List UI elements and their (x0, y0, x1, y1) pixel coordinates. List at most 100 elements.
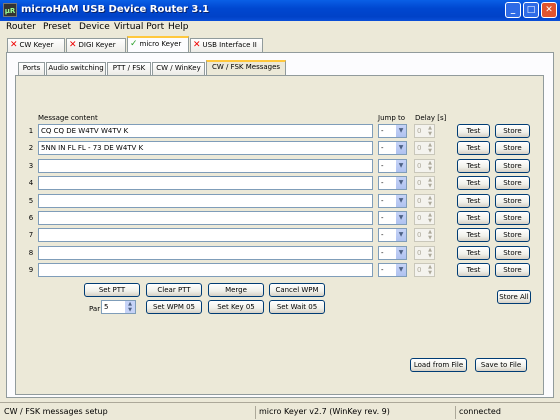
test-button[interactable]: Test (457, 246, 490, 260)
menu-preset[interactable]: Preset (43, 22, 71, 32)
minimize-button[interactable]: _ (505, 2, 521, 18)
row-number: 3 (28, 162, 34, 170)
message-content-input[interactable] (38, 228, 373, 242)
message-content-input[interactable] (38, 246, 373, 260)
set-wpm-button[interactable]: Set WPM 05 (146, 300, 202, 314)
chevron-down-icon[interactable]: ▼ (395, 212, 406, 224)
jump-to-value: - (381, 127, 384, 135)
chevron-down-icon[interactable]: ▼ (395, 229, 406, 241)
chevron-down-icon[interactable]: ▼ (395, 125, 406, 137)
disconnected-icon: ✕ (69, 40, 77, 50)
jump-to-value: - (381, 179, 384, 187)
tab-audio-switching[interactable]: Audio switching (46, 62, 106, 75)
chevron-down-icon[interactable]: ▼ (395, 264, 406, 276)
store-button[interactable]: Store (495, 246, 530, 260)
delay-value: 0 (417, 179, 422, 187)
test-button[interactable]: Test (457, 141, 490, 155)
message-content-input[interactable] (38, 159, 373, 173)
store-button[interactable]: Store (495, 124, 530, 138)
message-content-input[interactable]: 5NN IN FL FL - 73 DE W4TV K (38, 141, 373, 155)
store-all-button[interactable]: Store All (497, 290, 531, 304)
spin-down-icon[interactable]: ▼ (125, 307, 135, 313)
maximize-button[interactable]: □ (523, 2, 539, 18)
test-button[interactable]: Test (457, 211, 490, 225)
jump-to-select[interactable]: - ▼ (378, 124, 407, 138)
merge-button[interactable]: Merge (208, 283, 264, 297)
menu-device[interactable]: Device (79, 22, 110, 32)
load-from-file-button[interactable]: Load from File (410, 358, 467, 372)
clear-ptt-button[interactable]: Clear PTT (146, 283, 202, 297)
jump-to-select[interactable]: - ▼ (378, 141, 407, 155)
jump-to-select[interactable]: - ▼ (378, 228, 407, 242)
test-button[interactable]: Test (457, 194, 490, 208)
test-button[interactable]: Test (457, 176, 490, 190)
menu-help[interactable]: Help (168, 22, 189, 32)
row-number: 7 (28, 231, 34, 239)
connected-icon: ✓ (130, 39, 138, 49)
tab-digi-keyer[interactable]: ✕ DIGI Keyer (66, 38, 126, 53)
test-button[interactable]: Test (457, 228, 490, 242)
set-key-button[interactable]: Set Key 05 (208, 300, 264, 314)
jump-to-select[interactable]: - ▼ (378, 211, 407, 225)
test-button[interactable]: Test (457, 159, 490, 173)
store-button[interactable]: Store (495, 159, 530, 173)
tab-cw-winkey[interactable]: CW / WinKey (152, 62, 205, 75)
jump-to-select[interactable]: - ▼ (378, 246, 407, 260)
message-content-input[interactable]: CQ CQ DE W4TV W4TV K (38, 124, 373, 138)
jump-to-select[interactable]: - ▼ (378, 159, 407, 173)
store-button[interactable]: Store (495, 194, 530, 208)
tab-cw-fsk-messages[interactable]: CW / FSK Messages (206, 60, 286, 75)
tab-label: DIGI Keyer (78, 41, 116, 49)
store-button[interactable]: Store (495, 228, 530, 242)
tab-ptt-fsk[interactable]: PTT / FSK (107, 62, 151, 75)
chevron-down-icon[interactable]: ▼ (395, 160, 406, 172)
jump-to-select[interactable]: - ▼ (378, 263, 407, 277)
chevron-down-icon[interactable]: ▼ (395, 247, 406, 259)
close-button[interactable]: ✕ (541, 2, 557, 18)
chevron-down-icon[interactable]: ▼ (395, 195, 406, 207)
app-icon[interactable]: μR (3, 3, 17, 17)
tab-micro-keyer[interactable]: ✓ micro Keyer (127, 36, 189, 53)
test-button[interactable]: Test (457, 124, 490, 138)
message-content-input[interactable] (38, 211, 373, 225)
save-to-file-button[interactable]: Save to File (475, 358, 527, 372)
store-button[interactable]: Store (495, 263, 530, 277)
delay-stepper: 0 ▲ ▼ (414, 194, 435, 208)
set-wait-button[interactable]: Set Wait 05 (269, 300, 325, 314)
delay-value: 0 (417, 144, 422, 152)
message-content-input[interactable] (38, 194, 373, 208)
status-device: micro Keyer v2.7 (WinKey rev. 9) (255, 406, 453, 419)
tab-cw-keyer[interactable]: ✕ CW Keyer (7, 38, 65, 53)
par-spinner[interactable]: 5 ▲ ▼ (101, 300, 136, 314)
chevron-down-icon[interactable]: ▼ (395, 177, 406, 189)
menu-router[interactable]: Router (6, 22, 36, 32)
window-title: microHAM USB Device Router 3.1 (21, 4, 210, 15)
message-content-input[interactable] (38, 263, 373, 277)
delay-stepper: 0 ▲ ▼ (414, 228, 435, 242)
delay-stepper: 0 ▲ ▼ (414, 176, 435, 190)
row-number: 4 (28, 179, 34, 187)
set-ptt-button[interactable]: Set PTT (84, 283, 140, 297)
store-button[interactable]: Store (495, 176, 530, 190)
delay-value: 0 (417, 249, 422, 257)
spin-down-icon: ▼ (428, 270, 432, 276)
tab-usb-interface-ii[interactable]: ✕ USB Interface II (190, 38, 263, 53)
status-connection: connected (455, 406, 558, 419)
row-number: 6 (28, 214, 34, 222)
message-content-input[interactable] (38, 176, 373, 190)
row-number: 2 (28, 144, 34, 152)
menu-virtual-port[interactable]: Virtual Port (114, 22, 164, 32)
delay-value: 0 (417, 266, 422, 274)
jump-to-select[interactable]: - ▼ (378, 176, 407, 190)
status-left: CW / FSK messages setup (4, 407, 108, 416)
chevron-down-icon[interactable]: ▼ (395, 142, 406, 154)
tab-ports[interactable]: Ports (18, 62, 45, 75)
spin-down-icon: ▼ (428, 183, 432, 189)
store-button[interactable]: Store (495, 211, 530, 225)
title-bar[interactable]: μR microHAM USB Device Router 3.1 _ □ ✕ (0, 0, 560, 21)
cancel-wpm-button[interactable]: Cancel WPM (269, 283, 325, 297)
spin-down-icon: ▼ (428, 148, 432, 154)
jump-to-select[interactable]: - ▼ (378, 194, 407, 208)
store-button[interactable]: Store (495, 141, 530, 155)
test-button[interactable]: Test (457, 263, 490, 277)
